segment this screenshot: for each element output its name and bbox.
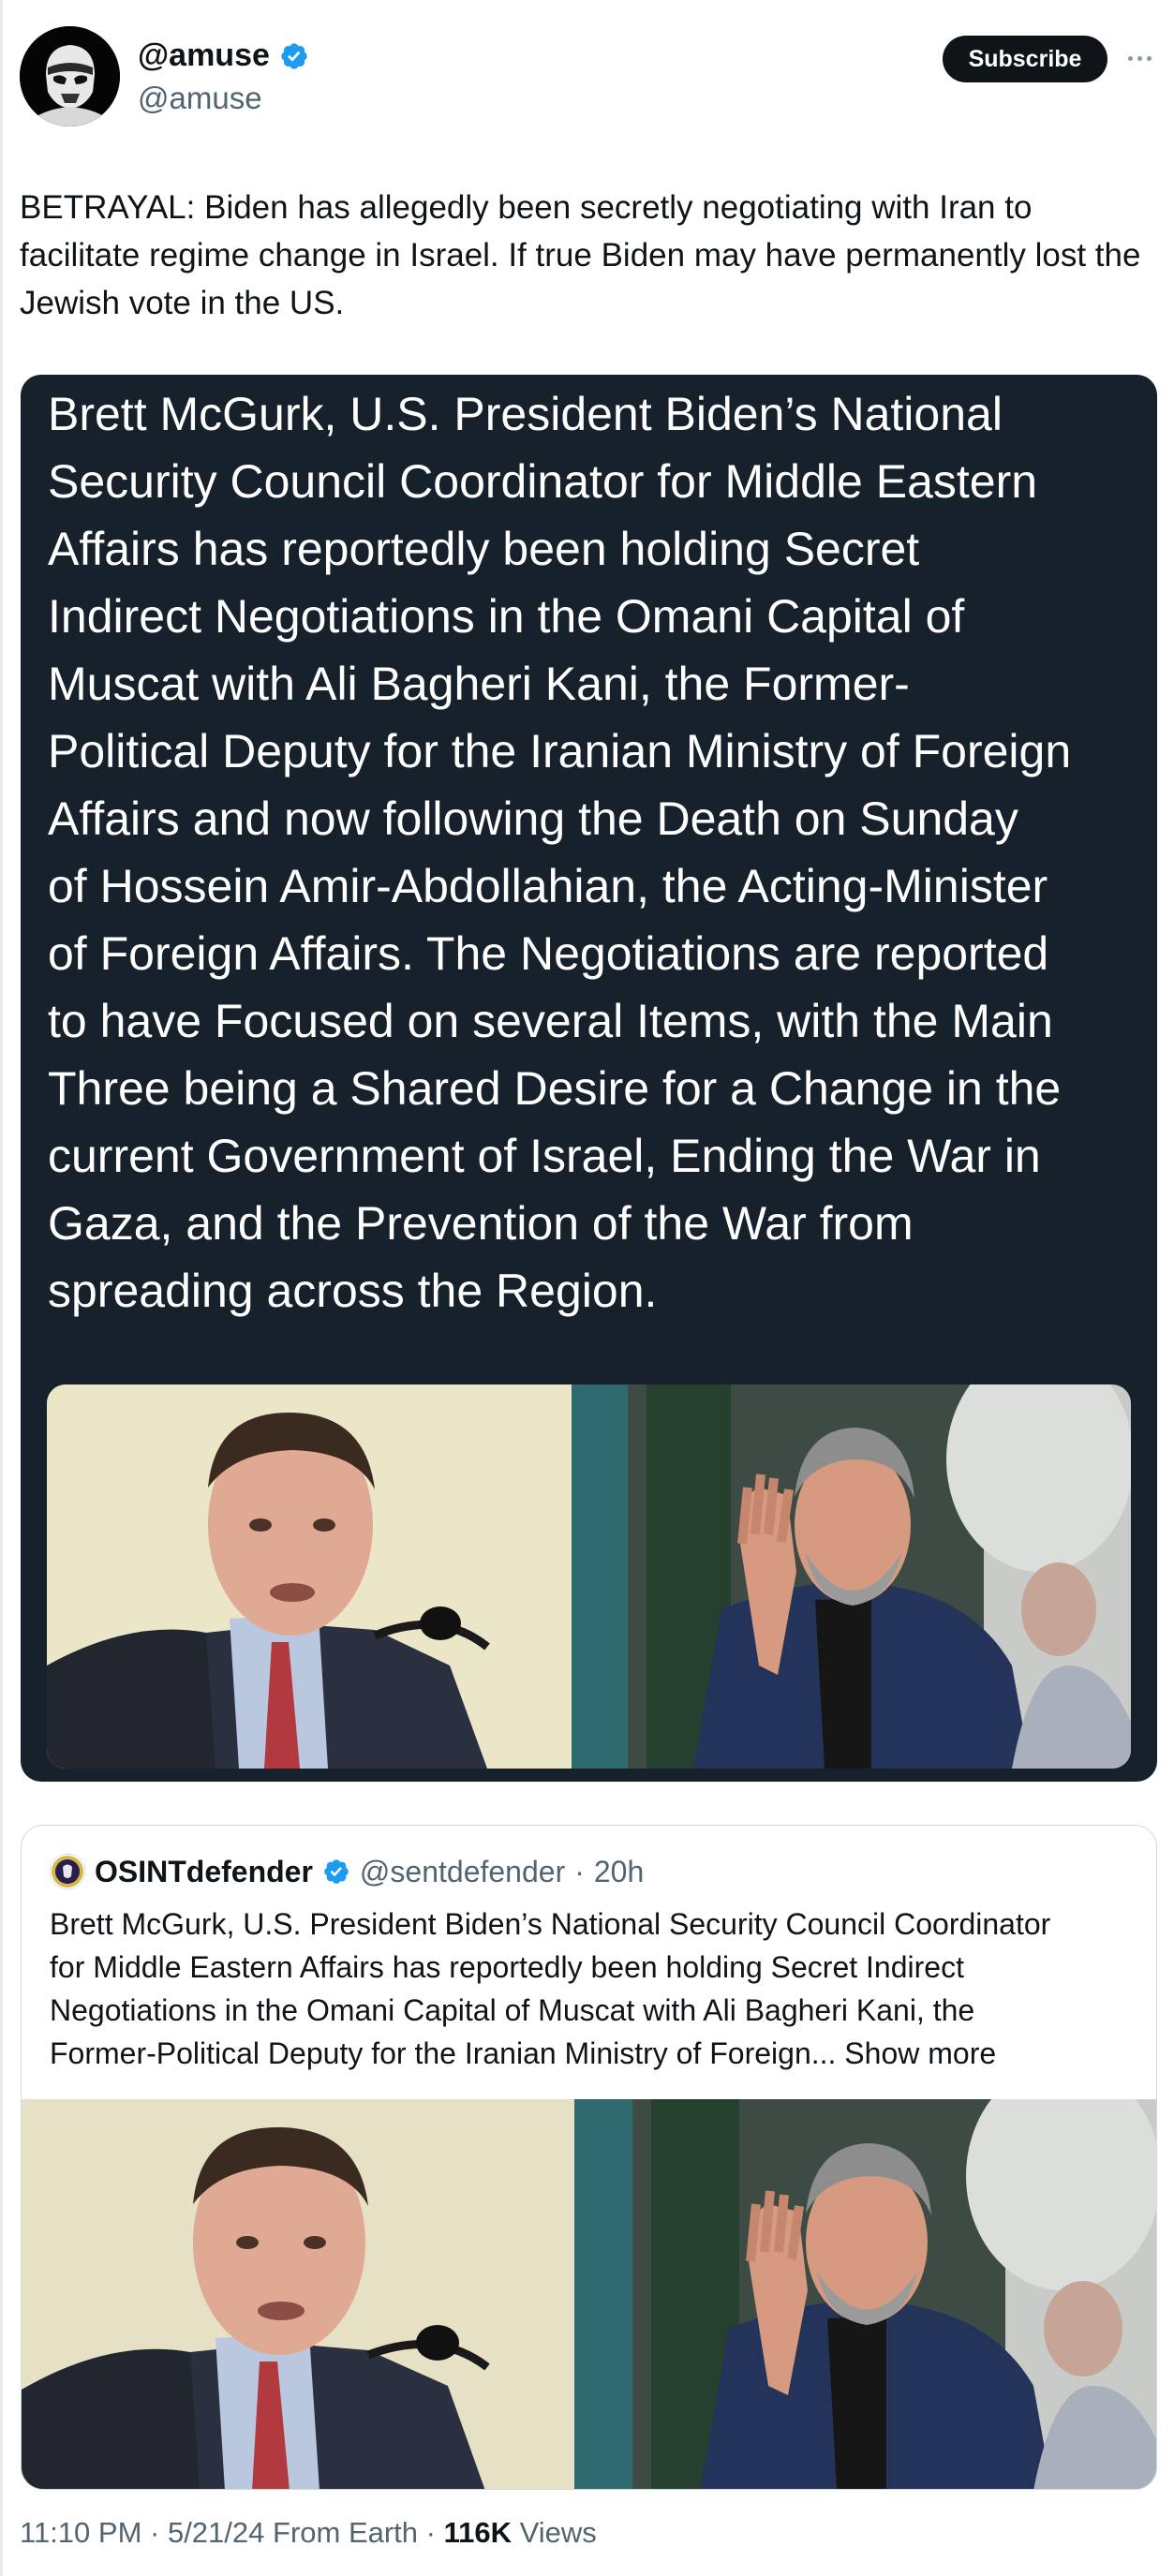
caption-line: Affairs has reportedly been holding Secr… <box>48 523 920 575</box>
quoted-tweet-time[interactable]: 20h <box>594 1855 644 1889</box>
quoted-text-line: Former-Political Deputy for the Iranian … <box>50 2036 837 2070</box>
views-count: 116K <box>443 2516 513 2549</box>
tweet-source: From Earth <box>264 2516 419 2549</box>
caption-line: Muscat with Ali Bagheri Kani, the Former… <box>48 658 910 710</box>
caption-line: Affairs and now following the Death on S… <box>48 792 1018 845</box>
caption-line: of Foreign Affairs. The Negotiations are… <box>48 927 1049 980</box>
views-label: Views <box>512 2516 597 2549</box>
quoted-author-handle[interactable]: @sentdefender <box>360 1855 565 1889</box>
caption-line: spreading across the Region. <box>48 1265 658 1317</box>
quoted-photo-pair[interactable] <box>22 2099 1156 2489</box>
osint-logo-icon <box>50 1854 85 1889</box>
caption-line: Three being a Shared Desire for a Change… <box>48 1062 1062 1115</box>
attached-image-card[interactable]: Brett McGurk, U.S. President Biden’s Nat… <box>21 375 1157 1782</box>
caption-line: of Hossein Amir-Abdollahian, the Acting-… <box>48 860 1048 912</box>
quoted-tweet[interactable]: OSINTdefender @sentdefender · 20h Brett … <box>21 1825 1157 2490</box>
card-photo-pair <box>47 1384 1131 1769</box>
caption-line: Indirect Negotiations in the Omani Capit… <box>48 590 965 643</box>
meta-separator: · <box>418 2516 444 2549</box>
header-separator: · <box>574 1854 585 1888</box>
quoted-text-line: Negotiations in the Omani Capital of Mus… <box>50 1993 975 2027</box>
tweet-date[interactable]: 5/21/24 <box>168 2516 264 2549</box>
quoted-text-line-last: Former-Political Deputy for the Iranian … <box>50 2032 1146 2075</box>
quoted-photo-collage <box>22 2099 1156 2489</box>
author-display-name[interactable]: @amuse <box>138 37 309 74</box>
tweet-meta: 11:10 PM · 5/21/24 From Earth · 116K Vie… <box>20 2516 597 2550</box>
subscribe-button[interactable]: Subscribe <box>943 36 1107 82</box>
caption-line: to have Focused on several Items, with t… <box>48 995 1053 1047</box>
tweet-text: BETRAYAL: Biden has allegedly been secre… <box>20 189 1141 321</box>
quoted-verified-badge-icon <box>324 1859 349 1884</box>
image-caption-text: Brett McGurk, U.S. President Biden’s Nat… <box>48 380 1153 1325</box>
caption-line: Political Deputy for the Iranian Ministr… <box>48 725 1072 777</box>
quoted-author-avatar[interactable] <box>50 1854 85 1889</box>
tweet-time[interactable]: 11:10 PM <box>20 2516 141 2549</box>
author-avatar[interactable] <box>20 26 120 126</box>
quoted-text-line: Brett McGurk, U.S. President Biden’s Nat… <box>50 1907 1051 1941</box>
author-handle[interactable]: @amuse <box>138 81 262 116</box>
photo-collage <box>47 1384 1131 1769</box>
quoted-author-name[interactable]: OSINTdefender <box>95 1855 313 1889</box>
caption-line: Gaza, and the Prevention of the War from <box>48 1197 914 1250</box>
show-more-link[interactable]: Show more <box>844 2036 996 2070</box>
verified-badge-icon <box>281 42 307 69</box>
quoted-tweet-header: OSINTdefender @sentdefender · 20h <box>50 1854 644 1889</box>
author-name-text: @amuse <box>138 37 270 73</box>
more-options-icon[interactable] <box>1121 41 1158 75</box>
quoted-tweet-text: Brett McGurk, U.S. President Biden’s Nat… <box>50 1902 1146 2075</box>
stormtrooper-icon <box>20 26 120 126</box>
quoted-text-line: for Middle Eastern Affairs has reportedl… <box>50 1950 964 1984</box>
tweet-page: @amuse @amuse Subscribe BETRAYAL: Biden … <box>0 0 1174 2576</box>
meta-separator: · <box>141 2516 168 2549</box>
caption-line: Brett McGurk, U.S. President Biden’s Nat… <box>48 388 1003 440</box>
caption-line: Security Council Coordinator for Middle … <box>48 455 1038 508</box>
caption-line: current Government of Israel, Ending the… <box>48 1130 1041 1182</box>
timeline-border <box>0 0 3 2576</box>
